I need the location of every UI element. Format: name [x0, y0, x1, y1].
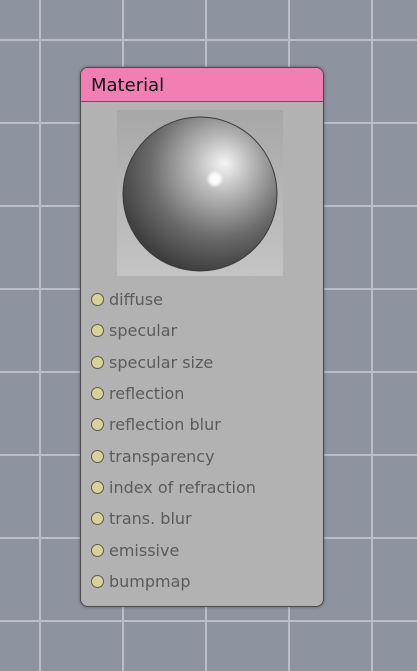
socket-connector-icon[interactable] — [91, 418, 104, 432]
socket-connector-icon[interactable] — [91, 449, 104, 463]
input-socket-specular-size[interactable]: specular size — [91, 347, 317, 378]
material-node[interactable]: Material diffuse specular specular size … — [80, 67, 324, 607]
socket-label: emissive — [109, 540, 180, 560]
input-socket-list: diffuse specular specular size reflectio… — [91, 284, 317, 597]
socket-label: reflection blur — [109, 415, 221, 435]
socket-label: specular size — [109, 352, 214, 372]
input-socket-trans-blur[interactable]: trans. blur — [91, 503, 317, 534]
socket-label: transparency — [109, 446, 215, 466]
socket-label: diffuse — [109, 290, 163, 310]
input-socket-emissive[interactable]: emissive — [91, 534, 317, 565]
material-preview — [117, 110, 283, 276]
node-header[interactable]: Material — [81, 68, 323, 102]
input-socket-reflection[interactable]: reflection — [91, 378, 317, 409]
socket-connector-icon[interactable] — [91, 324, 104, 338]
input-socket-specular[interactable]: specular — [91, 315, 317, 346]
socket-label: index of refraction — [109, 477, 256, 497]
socket-connector-icon[interactable] — [91, 512, 104, 526]
input-socket-reflection-blur[interactable]: reflection blur — [91, 409, 317, 440]
socket-connector-icon[interactable] — [91, 387, 104, 401]
sphere-preview-icon — [122, 116, 278, 272]
socket-connector-icon[interactable] — [91, 355, 104, 369]
socket-label: bumpmap — [109, 571, 191, 591]
socket-connector-icon[interactable] — [91, 293, 104, 307]
input-socket-bumpmap[interactable]: bumpmap — [91, 566, 317, 597]
socket-label: reflection — [109, 384, 185, 404]
socket-connector-icon[interactable] — [91, 543, 104, 557]
socket-connector-icon[interactable] — [91, 574, 104, 588]
socket-connector-icon[interactable] — [91, 480, 104, 494]
socket-label: specular — [109, 321, 178, 341]
input-socket-transparency[interactable]: transparency — [91, 440, 317, 471]
socket-label: trans. blur — [109, 509, 192, 529]
node-title: Material — [91, 75, 165, 96]
input-socket-diffuse[interactable]: diffuse — [91, 284, 317, 315]
input-socket-index-of-refraction[interactable]: index of refraction — [91, 472, 317, 503]
